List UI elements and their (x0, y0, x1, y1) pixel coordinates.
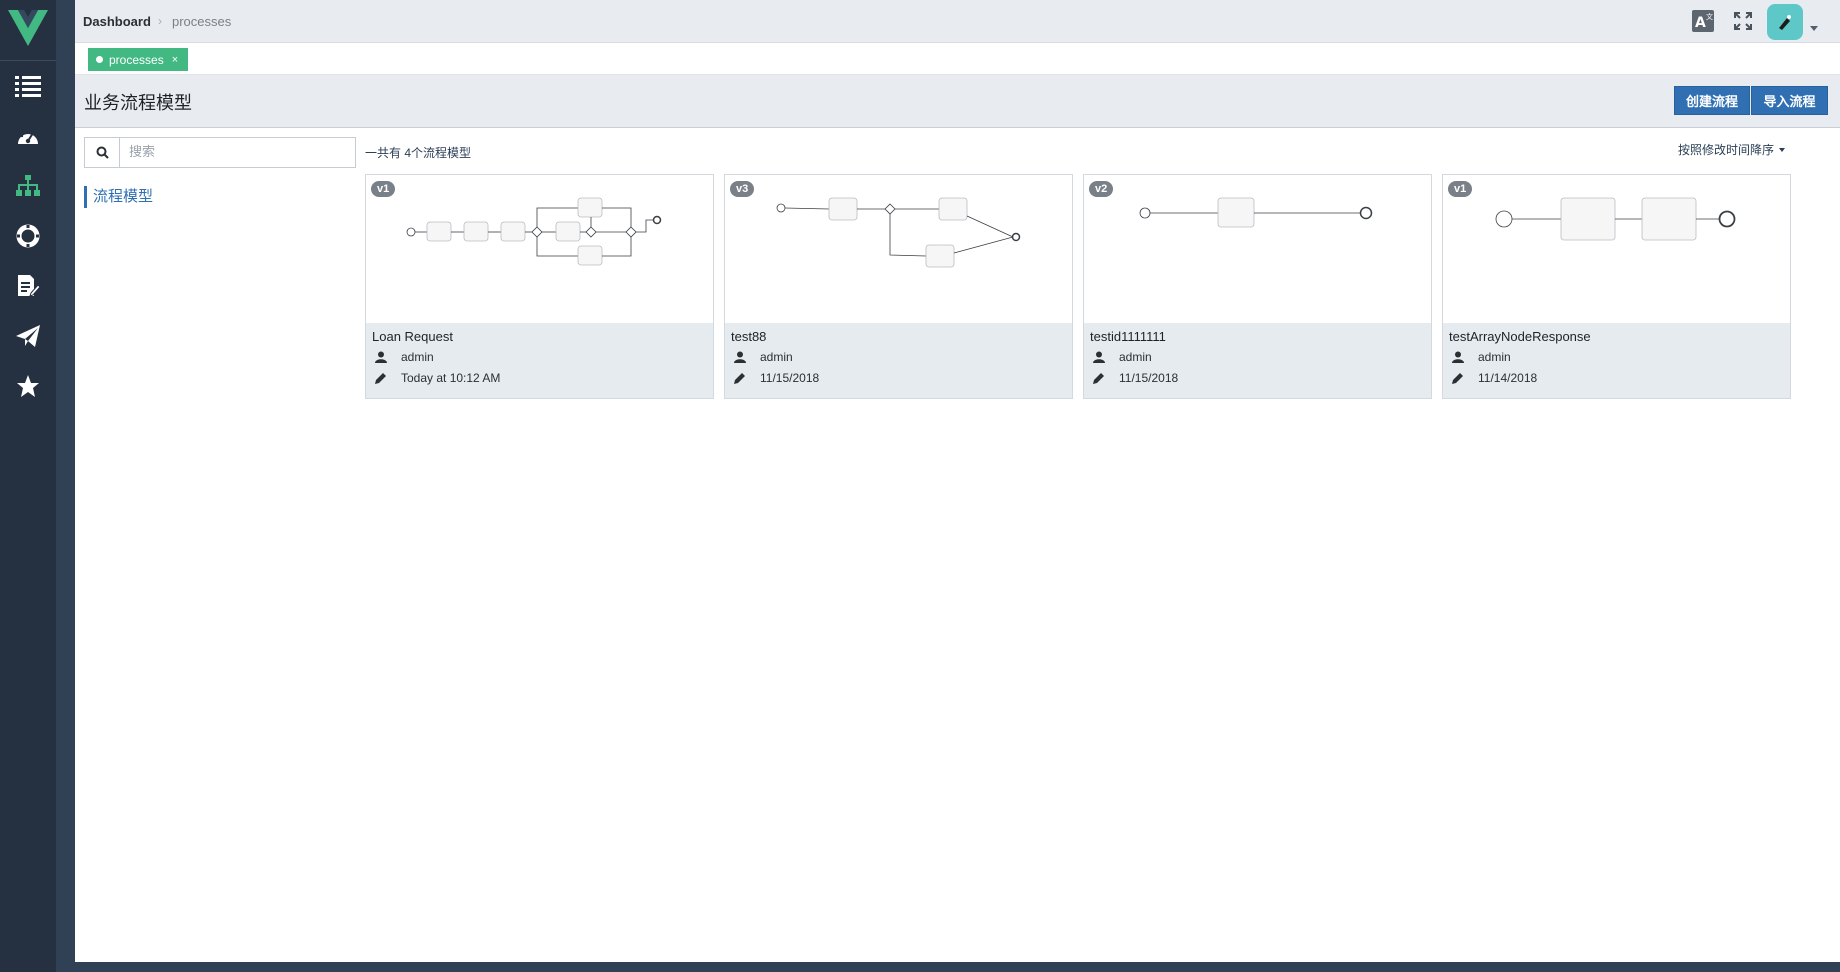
sort-dropdown[interactable]: 按照修改时间降序 (1678, 141, 1786, 158)
filter-item-process-models[interactable]: 流程模型 (84, 186, 153, 208)
search-icon[interactable] (85, 138, 120, 167)
card-info: testid1111111 admin 11/15/2018 (1084, 323, 1431, 398)
tags-view-bar: processes × (75, 43, 1840, 75)
version-badge: v1 (371, 181, 396, 197)
owner-text: admin (760, 350, 793, 364)
avatar[interactable] (1767, 4, 1803, 40)
model-name: testArrayNodeResponse (1449, 329, 1591, 344)
modified-text: 11/14/2018 (1478, 371, 1538, 385)
model-modified: 11/15/2018 (1092, 370, 1178, 386)
user-icon (733, 350, 747, 364)
list-icon[interactable] (8, 66, 48, 106)
main-content: Dashboard › processes A 文 processes × 业务… (75, 0, 1840, 962)
modified-text: 11/15/2018 (1119, 371, 1179, 385)
svg-text:文: 文 (1706, 12, 1713, 21)
breadcrumb-current: processes (172, 14, 232, 29)
model-owner: admin (1092, 349, 1152, 365)
svg-text:A: A (1695, 15, 1706, 31)
model-owner: admin (733, 349, 793, 365)
version-badge: v3 (730, 181, 755, 197)
vue-logo-icon[interactable] (4, 4, 52, 52)
breadcrumb-dashboard[interactable]: Dashboard (83, 14, 151, 29)
sitemap-icon[interactable] (8, 166, 48, 206)
search-box (84, 137, 356, 168)
model-card[interactable]: v3 test88 admin 11/15/2018 (724, 174, 1073, 399)
search-input[interactable] (121, 138, 355, 167)
top-navbar: Dashboard › processes A 文 (75, 0, 1840, 43)
tag-close-icon[interactable]: × (172, 54, 178, 66)
page-title: 业务流程模型 (84, 93, 192, 113)
model-card[interactable]: v1 Loan Request admin Today at 10:12 AM (365, 174, 714, 399)
model-name: test88 (731, 329, 767, 344)
sidebar-divider (0, 60, 56, 61)
owner-text: admin (1478, 350, 1511, 364)
pencil-icon (1451, 371, 1465, 385)
tag-processes[interactable]: processes × (88, 48, 189, 71)
version-badge: v2 (1089, 181, 1114, 197)
import-process-button[interactable]: 导入流程 (1751, 86, 1828, 115)
lifebuoy-icon[interactable] (8, 216, 48, 256)
model-modified: 11/14/2018 (1451, 370, 1537, 386)
process-diagram-thumbnail: v2 (1084, 175, 1431, 323)
model-owner: admin (374, 349, 434, 365)
pencil-icon (1092, 371, 1106, 385)
tag-active-dot (96, 56, 103, 63)
modified-text: 11/15/2018 (760, 371, 820, 385)
owner-text: admin (401, 350, 434, 364)
breadcrumb-separator: › (158, 14, 162, 28)
card-info: testArrayNodeResponse admin 11/14/2018 (1443, 323, 1790, 398)
model-owner: admin (1451, 349, 1511, 365)
model-count: 一共有 4个流程模型 (365, 146, 472, 160)
sort-label: 按照修改时间降序 (1678, 143, 1775, 157)
user-icon (374, 350, 388, 364)
sidebar (0, 0, 56, 972)
create-process-button[interactable]: 创建流程 (1674, 86, 1750, 115)
edit-doc-icon[interactable] (8, 266, 48, 306)
process-diagram-thumbnail: v3 (725, 175, 1072, 323)
model-modified: 11/15/2018 (733, 370, 819, 386)
user-icon (1092, 350, 1106, 364)
model-name: testid1111111 (1090, 329, 1166, 344)
card-info: test88 admin 11/15/2018 (725, 323, 1072, 398)
modified-text: Today at 10:12 AM (401, 371, 501, 385)
page-header: 业务流程模型 创建流程 导入流程 (75, 75, 1840, 128)
model-modified: Today at 10:12 AM (374, 370, 500, 386)
owner-text: admin (1119, 350, 1152, 364)
sort-caret-icon (1779, 147, 1786, 152)
version-badge: v1 (1448, 181, 1473, 197)
user-menu-caret-icon[interactable] (1810, 26, 1818, 31)
model-card[interactable]: v2 testid1111111 admin 11/15/2018 (1083, 174, 1432, 399)
process-diagram-thumbnail: v1 (366, 175, 713, 323)
send-icon[interactable] (8, 316, 48, 356)
pencil-icon (733, 371, 747, 385)
card-info: Loan Request admin Today at 10:12 AM (366, 323, 713, 398)
fullscreen-icon[interactable] (1729, 8, 1757, 34)
pencil-icon (374, 371, 388, 385)
translate-icon[interactable]: A 文 (1690, 8, 1718, 34)
process-diagram-thumbnail: v1 (1443, 175, 1790, 323)
user-icon (1451, 350, 1465, 364)
model-name: Loan Request (372, 329, 453, 344)
model-card[interactable]: v1 testArrayNodeResponse admin 11/14/201… (1442, 174, 1791, 399)
tag-label: processes (109, 52, 164, 67)
dashboard-icon[interactable] (8, 116, 48, 156)
star-icon[interactable] (8, 366, 48, 406)
